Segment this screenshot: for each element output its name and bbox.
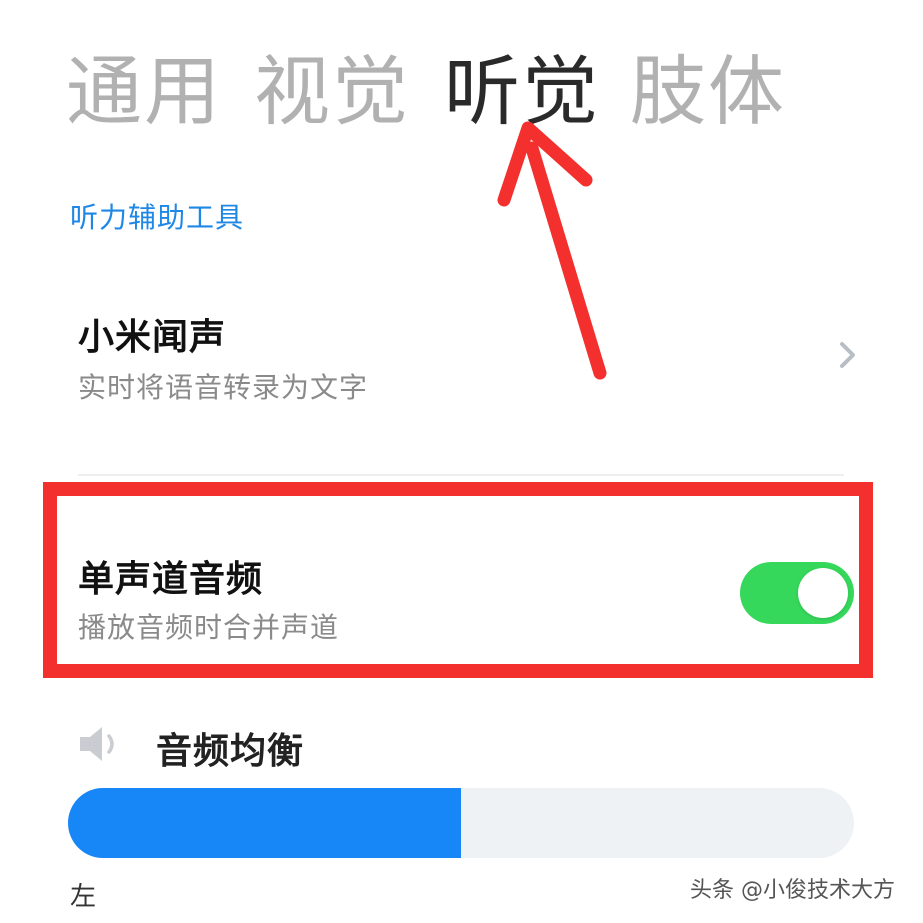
watermark: 头条 @小俊技术大方	[690, 878, 895, 903]
annotation-highlight-box	[43, 482, 873, 678]
audio-balance-title: 音频均衡	[156, 731, 305, 772]
slider-left-label: 左	[70, 882, 97, 912]
accessibility-hearing-screen: 通用 视觉 听觉 肢体 听力辅助工具 小米闻声 实时将语音转录为文字 单声道音频…	[0, 0, 923, 923]
speaker-icon	[80, 727, 114, 761]
audio-balance-slider-fill	[68, 788, 461, 858]
audio-balance-slider[interactable]	[68, 788, 854, 858]
